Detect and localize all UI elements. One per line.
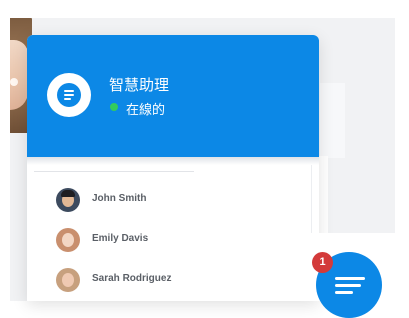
assistant-logo-icon <box>47 73 91 117</box>
agent-item-emily-davis[interactable]: Emily Davis <box>34 220 194 260</box>
agent-name: John Smith <box>92 193 147 204</box>
online-status-icon <box>110 103 118 111</box>
female-avatar-icon <box>56 268 80 292</box>
agent-list: John Smith Emily Davis Sarah Rodriguez <box>34 171 194 301</box>
status-text: 在線的 <box>126 102 166 117</box>
female-avatar-icon <box>56 228 80 252</box>
male-avatar-icon <box>56 188 80 212</box>
background-panel <box>320 83 345 158</box>
header-divider <box>27 157 319 165</box>
agent-item-john-smith[interactable]: John Smith <box>34 180 194 220</box>
agent-name: Emily Davis <box>92 233 149 244</box>
chat-widget: 智慧助理 在線的 John Smith Emily Davis Sarah Ro… <box>27 35 319 301</box>
notification-badge: 1 <box>312 252 333 273</box>
agent-item-sarah-rodriguez[interactable]: Sarah Rodriguez <box>34 260 194 300</box>
assistant-name: 智慧助理 <box>109 77 170 94</box>
chat-header: 智慧助理 在線的 <box>27 35 319 157</box>
agent-name: Sarah Rodriguez <box>92 273 172 284</box>
